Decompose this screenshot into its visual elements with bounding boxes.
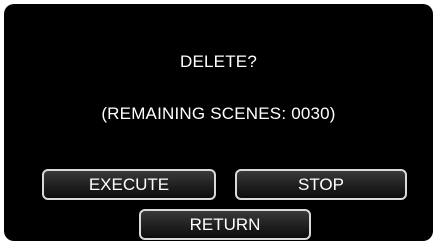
stop-button[interactable]: STOP [235,169,407,200]
delete-confirmation-dialog: DELETE? (REMAINING SCENES: 0030) EXECUTE… [4,4,433,241]
execute-button[interactable]: EXECUTE [42,169,216,200]
dialog-title: DELETE? [180,52,257,71]
remaining-scenes-text: (REMAINING SCENES: 0030) [101,104,336,123]
return-button[interactable]: RETURN [139,209,311,240]
